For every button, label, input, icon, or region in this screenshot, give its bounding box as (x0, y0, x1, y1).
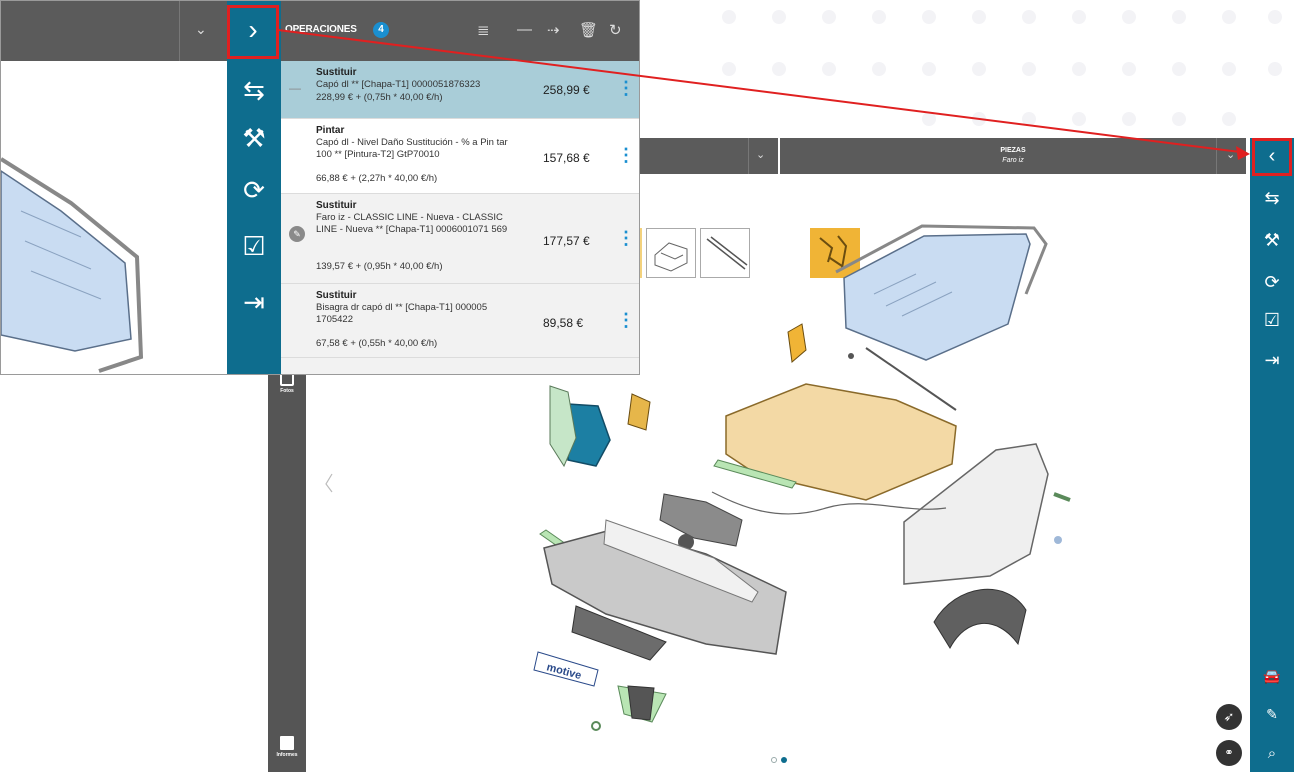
operation-description: Capó dl ** [Chapa-T1] 0000051876323 (316, 79, 481, 90)
group-dropdown[interactable]: ⌄ (630, 138, 778, 174)
checklist-icon[interactable]: ☑ (227, 231, 281, 262)
reports-button[interactable]: Informes (268, 736, 306, 758)
license-plate-badge: motive (533, 651, 599, 687)
grille-part[interactable] (659, 493, 743, 550)
more-options-icon[interactable]: ⋮ (617, 310, 635, 331)
collapse-panel-button[interactable]: ‹ (1252, 138, 1292, 176)
operation-row[interactable]: Sustituir Bisagra dr capó dl ** [Chapa-T… (281, 284, 639, 358)
compress-icon[interactable]: ⇥ (1250, 350, 1294, 370)
more-options-icon[interactable]: ⋮ (617, 145, 635, 166)
wheel-arch-liner-part[interactable] (933, 588, 1027, 650)
hammer-icon[interactable]: ⚒ (227, 123, 281, 154)
chevron-down-icon: ⌄ (1226, 149, 1236, 161)
move-icon[interactable]: ⇢ (547, 21, 560, 39)
inset-dropdown[interactable]: ⌄ (1, 1, 227, 61)
operation-type: Sustituir (316, 290, 357, 301)
hammer-icon[interactable]: ⚒ (1250, 230, 1294, 250)
minus-icon[interactable]: — (517, 21, 532, 38)
chevron-right-icon: › (248, 14, 258, 45)
chevron-down-icon: ⌄ (195, 21, 207, 37)
operation-cost: 67,58 € + (0,55h * 40,00 €/h) (316, 338, 438, 349)
swap-icon[interactable]: ⇆ (227, 75, 281, 106)
car-check-icon[interactable]: 🚘 (1250, 666, 1294, 686)
previous-arrow-icon[interactable] (325, 473, 333, 493)
operations-header: OPERACIONES 4 ≣ — ⇢ 🗑 ↻ (281, 1, 639, 61)
operation-price: 258,99 € (543, 83, 590, 97)
more-options-icon[interactable]: ⋮ (617, 78, 635, 99)
operation-price: 157,68 € (543, 151, 590, 165)
operation-row[interactable]: ✎ Sustituir Faro iz - CLASSIC LINE - Nue… (281, 194, 639, 284)
pager-dot-active[interactable] (781, 757, 787, 763)
expand-panel-button[interactable]: › (227, 5, 279, 59)
operation-cost: 228,99 € + (0,75h * 40,00 €/h) (316, 92, 443, 103)
operation-cost: 139,57 € + (0,95h * 40,00 €/h) (316, 261, 443, 272)
front-bumper-part[interactable] (543, 519, 787, 661)
operation-description: Capó dl - Nivel Daño Sustitución - % a P… (316, 137, 508, 160)
pager-dot[interactable] (771, 757, 777, 763)
operations-count-badge: 4 (373, 22, 389, 38)
operations-list-end (281, 358, 639, 374)
report-download-icon (280, 736, 294, 750)
search-icon[interactable]: ⌕ (1250, 744, 1294, 764)
replace-icon[interactable]: ⟳ (1250, 272, 1294, 292)
operation-price: 177,57 € (543, 234, 590, 248)
compress-icon[interactable]: ⇥ (227, 287, 281, 318)
inset-rail: ⇆ ⚒ ⟳ ☑ ⇥ (227, 61, 281, 374)
operation-row[interactable]: Pintar Capó dl - Nivel Daño Sustitución … (281, 119, 639, 194)
right-rail: ⇆ ⚒ ⟳ ☑ ⇥ 🚘 ✎ ⌕ (1250, 138, 1294, 772)
undo-icon[interactable]: ↻ (609, 21, 622, 39)
compare-car-button[interactable]: ⚭ (1216, 740, 1242, 766)
inset-windshield-drawing (1, 157, 144, 373)
parts-dropdown[interactable]: PIEZAS Faro iz ⌄ (780, 138, 1246, 174)
pin-button[interactable]: ➶ (1216, 704, 1242, 730)
pin-icon: ➶ (1223, 709, 1235, 724)
zoomed-operations-inset: ⌄ › ⇆ ⚒ ⟳ ☑ ⇥ OPERACIONES 4 ≣ — ⇢ 🗑 ↻ — … (0, 0, 640, 375)
filter-search-icon[interactable]: ≣ (477, 21, 490, 39)
no-paint-icon[interactable]: ✎ (1250, 704, 1294, 724)
replace-icon[interactable]: ⟳ (227, 175, 281, 206)
operation-cost: 66,88 € + (2,27h * 40,00 €/h) (316, 173, 438, 184)
operation-description: Faro iz - CLASSIC LINE - Nueva - CLASSIC… (316, 212, 508, 235)
photos-label: Fotos (280, 388, 294, 394)
operation-type: Sustituir (316, 200, 357, 211)
parts-panel-title: PIEZAS (1000, 147, 1026, 154)
operations-title: OPERACIONES (285, 24, 357, 35)
trash-icon[interactable]: 🗑 (579, 21, 598, 39)
chevron-down-icon: ⌄ (756, 149, 766, 161)
hood-part[interactable] (725, 383, 957, 501)
operation-type: Pintar (316, 125, 345, 136)
operation-type: Sustituir (316, 67, 357, 78)
operation-price: 89,58 € (543, 316, 584, 330)
windshield-part[interactable] (835, 224, 1048, 361)
chevron-left-icon: ‹ (1268, 145, 1276, 167)
photos-button[interactable]: Fotos (268, 372, 306, 394)
minus-marker-icon: — (289, 81, 301, 95)
car-compare-icon: ⚭ (1224, 747, 1234, 759)
operation-description: Bisagra dr capó dl ** [Chapa-T1] 000005 … (316, 302, 488, 325)
reports-label: Informes (276, 752, 298, 758)
operation-row[interactable]: — Sustituir Capó dl ** [Chapa-T1] 000005… (281, 61, 639, 119)
swap-icon[interactable]: ⇆ (1250, 188, 1294, 208)
edit-pencil-icon: ✎ (289, 226, 305, 242)
checklist-icon[interactable]: ☑ (1250, 310, 1294, 330)
parts-panel-subtitle: Faro iz (1002, 157, 1024, 164)
more-options-icon[interactable]: ⋮ (617, 228, 635, 249)
